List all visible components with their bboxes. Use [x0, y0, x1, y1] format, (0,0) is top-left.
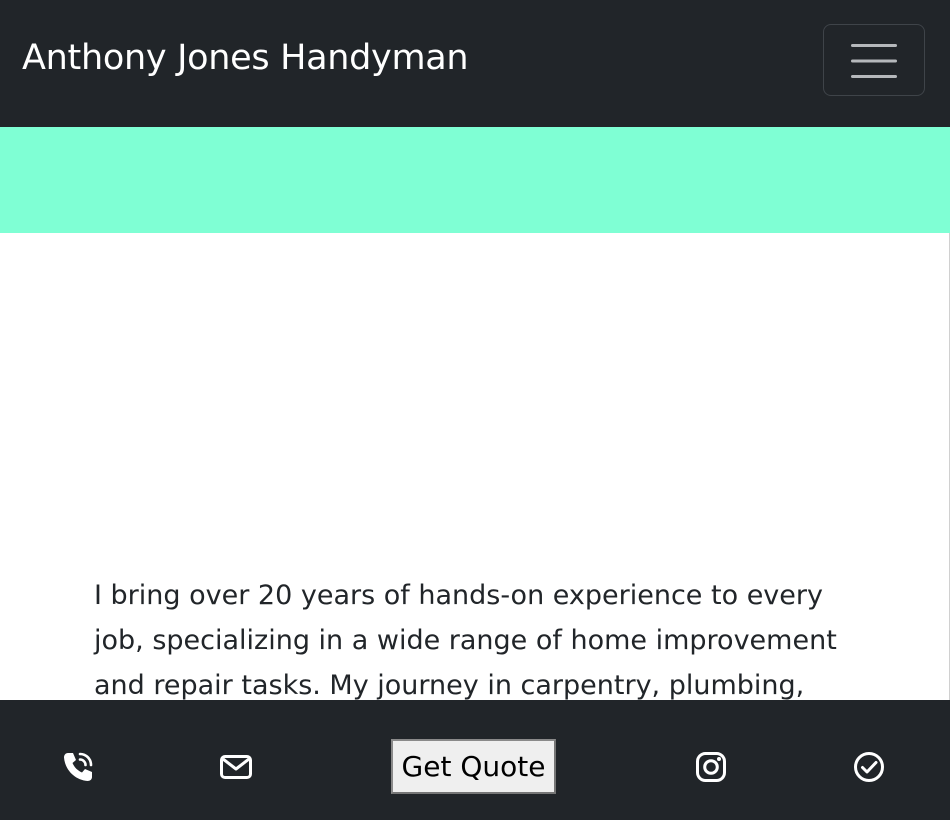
envelope-icon[interactable]: [219, 750, 253, 784]
hamburger-menu-icon: [851, 44, 897, 78]
navbar: Anthony Jones Handyman: [0, 0, 950, 127]
get-quote-button[interactable]: Get Quote: [391, 739, 556, 794]
hero-color-band: [0, 127, 950, 233]
navbar-toggler-button[interactable]: [823, 24, 925, 96]
brand-title[interactable]: Anthony Jones Handyman: [22, 36, 469, 80]
instagram-icon[interactable]: [694, 750, 728, 784]
check-circle-icon[interactable]: [852, 750, 886, 784]
phone-icon[interactable]: [61, 750, 95, 784]
